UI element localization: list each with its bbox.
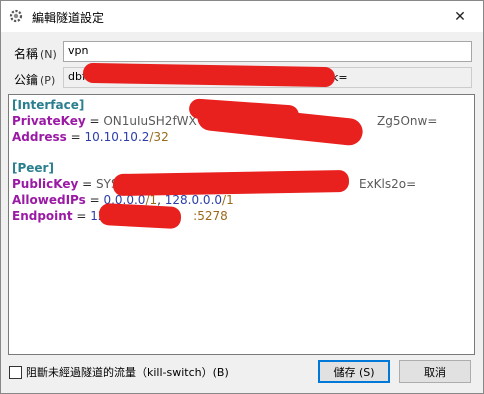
name-input[interactable]: vpn [63,41,472,62]
edit-tunnel-dialog: 編輯隧道設定 ✕ 名稱 (N) vpn 公鑰 (P) dbf k= [Interfa… [0,0,484,394]
kill-switch-option[interactable]: 阻斷未經過隧道的流量（kill-switch）(B) [9,364,229,380]
name-input-value: vpn [68,44,89,57]
gear-icon [8,8,24,24]
public-key-label-text: 公鑰 [14,73,39,87]
address-ip: 10.10.10.2 [84,129,150,144]
allowed-ips-line: AllowedIPs = 0.0.0.0/1, 128.0.0.0/1 [12,192,234,207]
title-bar[interactable]: 編輯隧道設定 ✕ [1,1,483,32]
peer-header: [Peer] [12,161,54,176]
name-label: 名稱 (N) [14,45,57,62]
save-button-label: 儲存 (S) [333,365,375,379]
interface-header: [Interface] [12,98,85,112]
public-key-accesskey: (P) [40,74,56,87]
close-button[interactable]: ✕ [437,1,483,32]
redaction-mark [98,202,182,230]
private-key-value-start: ON1uIuSH2fWX [103,113,197,128]
endpoint-port: :5278 [193,208,228,223]
cancel-button[interactable]: 取消 [399,360,471,383]
private-key-keyword: PrivateKey [12,113,86,128]
kill-switch-checkbox[interactable] [9,365,22,379]
public-key-label: 公鑰 (P) [14,71,55,88]
name-label-text: 名稱 [14,47,39,61]
cancel-button-label: 取消 [424,365,446,379]
window-title: 編輯隧道設定 [32,11,105,25]
kill-switch-label: 阻斷未經過隧道的流量（kill-switch）(B) [26,366,229,379]
address-keyword: Address [12,129,67,144]
address-mask: /32 [149,129,169,144]
endpoint-line: Endpoint = 125:5278 [12,208,228,223]
redaction-mark [112,169,350,197]
allowed-ips-keyword: AllowedIPs [12,192,86,207]
peer-key-value-end: ExKls2o= [359,176,417,191]
endpoint-keyword: Endpoint [12,208,73,223]
close-icon: ✕ [454,8,466,25]
public-key-keyword: PublicKey [12,176,79,191]
allowed-ip-2-mask: /1 [222,192,234,207]
name-accesskey: (N) [40,48,57,61]
save-button[interactable]: 儲存 (S) [318,360,390,383]
private-key-value-end: Zg5Onw= [377,113,438,128]
